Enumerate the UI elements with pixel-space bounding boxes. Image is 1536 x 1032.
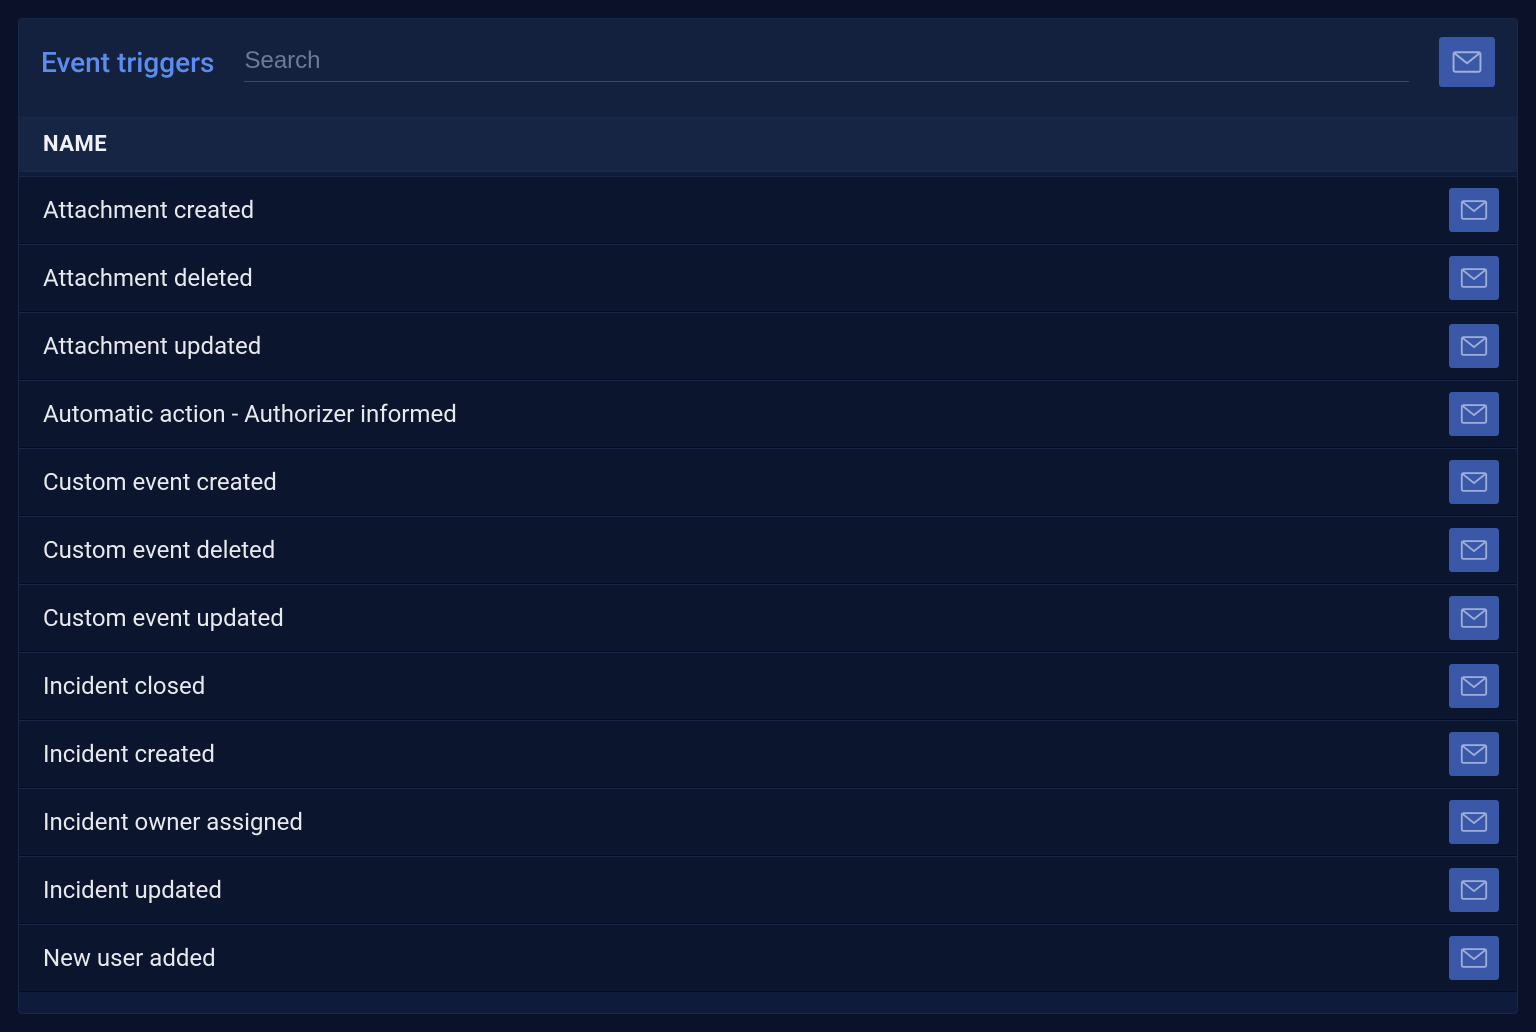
table-row[interactable]: Custom event created [19, 448, 1517, 516]
table-row[interactable]: Custom event updated [19, 584, 1517, 652]
row-mail-button[interactable] [1449, 596, 1499, 640]
table-row[interactable]: Incident owner assigned [19, 788, 1517, 856]
row-label: Custom event created [43, 468, 277, 496]
panel-title: Event triggers [41, 46, 214, 79]
row-mail-button[interactable] [1449, 868, 1499, 912]
row-label: Attachment updated [43, 332, 261, 360]
row-label: Incident updated [43, 876, 222, 904]
row-mail-button[interactable] [1449, 324, 1499, 368]
row-mail-button[interactable] [1449, 460, 1499, 504]
row-label: Custom event deleted [43, 536, 275, 564]
row-mail-button[interactable] [1449, 800, 1499, 844]
mail-icon [1460, 472, 1488, 492]
mail-icon [1460, 948, 1488, 968]
table-row[interactable]: Incident updated [19, 856, 1517, 924]
row-mail-button[interactable] [1449, 664, 1499, 708]
mail-icon [1460, 336, 1488, 356]
row-label: Incident owner assigned [43, 808, 303, 836]
mail-icon [1460, 404, 1488, 424]
row-label: Incident created [43, 740, 215, 768]
mail-icon [1460, 200, 1488, 220]
mail-icon [1460, 812, 1488, 832]
mail-icon [1460, 676, 1488, 696]
header-mail-button[interactable] [1439, 37, 1495, 87]
table-row[interactable]: Attachment deleted [19, 244, 1517, 312]
panel-header: Event triggers [19, 19, 1517, 118]
rows-container: Attachment created Attachment deleted Atta… [19, 172, 1517, 992]
table-row[interactable]: Custom event deleted [19, 516, 1517, 584]
row-mail-button[interactable] [1449, 732, 1499, 776]
table-row[interactable]: Attachment created [19, 176, 1517, 244]
row-mail-button[interactable] [1449, 936, 1499, 980]
search-field-wrap [244, 43, 1409, 82]
row-label: Attachment created [43, 196, 254, 224]
table-row[interactable]: Automatic action - Authorizer informed [19, 380, 1517, 448]
table-row[interactable]: Incident closed [19, 652, 1517, 720]
row-label: Attachment deleted [43, 264, 253, 292]
table-row[interactable]: Attachment updated [19, 312, 1517, 380]
event-triggers-panel: Event triggers NAME Attachment createdAt… [18, 18, 1518, 1014]
row-label: New user added [43, 944, 216, 972]
search-input[interactable] [244, 43, 1409, 82]
column-header-row: NAME [19, 118, 1517, 172]
mail-icon [1460, 540, 1488, 560]
column-header-name: NAME [43, 132, 1493, 157]
mail-icon [1452, 51, 1482, 73]
row-label: Custom event updated [43, 604, 284, 632]
mail-icon [1460, 608, 1488, 628]
row-label: Incident closed [43, 672, 205, 700]
mail-icon [1460, 268, 1488, 288]
mail-icon [1460, 880, 1488, 900]
mail-icon [1460, 744, 1488, 764]
row-mail-button[interactable] [1449, 188, 1499, 232]
row-mail-button[interactable] [1449, 392, 1499, 436]
table-row[interactable]: Incident created [19, 720, 1517, 788]
table-row[interactable]: New user added [19, 924, 1517, 992]
row-label: Automatic action - Authorizer informed [43, 400, 457, 428]
row-mail-button[interactable] [1449, 528, 1499, 572]
row-mail-button[interactable] [1449, 256, 1499, 300]
